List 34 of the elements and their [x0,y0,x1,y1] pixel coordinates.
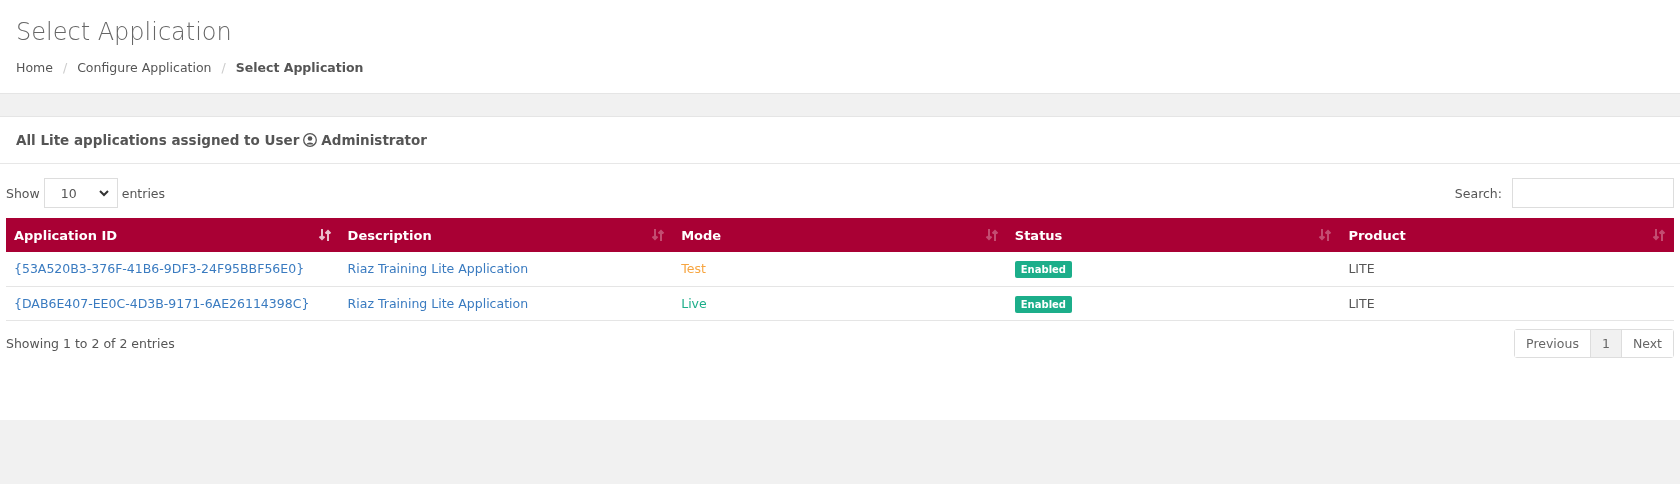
sort-icon[interactable] [317,228,332,242]
column-header[interactable]: Status [1006,218,1341,252]
chevron-icon [98,189,109,197]
page-title: Select Application [16,18,233,46]
user-icon [303,133,318,147]
card-title: All Lite applications assigned to User [16,132,300,148]
user-name: Administrator [321,132,427,148]
breadcrumb-separator: / [221,60,226,75]
search-label: Search: [1454,185,1502,201]
search-field[interactable] [1512,178,1674,208]
breadcrumb-link[interactable]: Home [16,60,53,75]
status-badge: Enabled [1014,261,1072,279]
breadcrumb-link[interactable]: Configure Application [77,60,212,75]
entries-label: entries [121,185,166,201]
status-badge: Enabled [1014,295,1072,313]
column-header[interactable]: Product [1340,218,1674,252]
table-info: Showing 1 to 2 of 2 entries [6,335,175,351]
application-id-link[interactable]: {DAB6E407-EE0C-4D3B-9171-6AE26114398C} [14,295,310,311]
product-text: LITE [1348,261,1375,277]
mode-text: Test [681,261,706,277]
pagination-button[interactable]: Next [1620,329,1673,357]
application-id-link[interactable]: {53A520B3-376F-41B6-9DF3-24F95BBF56E0} [14,261,305,277]
mode-text: Live [681,295,707,311]
breadcrumb-link[interactable]: Select Application [235,60,364,75]
description-link[interactable]: Riaz Training Lite Application [347,295,529,311]
pagination-button[interactable]: 1 [1589,329,1621,357]
breadcrumb-separator: / [62,60,68,75]
product-text: LITE [1348,295,1375,311]
description-link[interactable]: Riaz Training Lite Application [347,261,529,277]
column-header[interactable]: Mode [673,218,1007,252]
column-header[interactable]: Description [339,218,674,252]
column-header[interactable]: Application ID [6,218,340,252]
show-label: Show [6,185,40,201]
entries-select[interactable]: 10 [43,178,118,208]
